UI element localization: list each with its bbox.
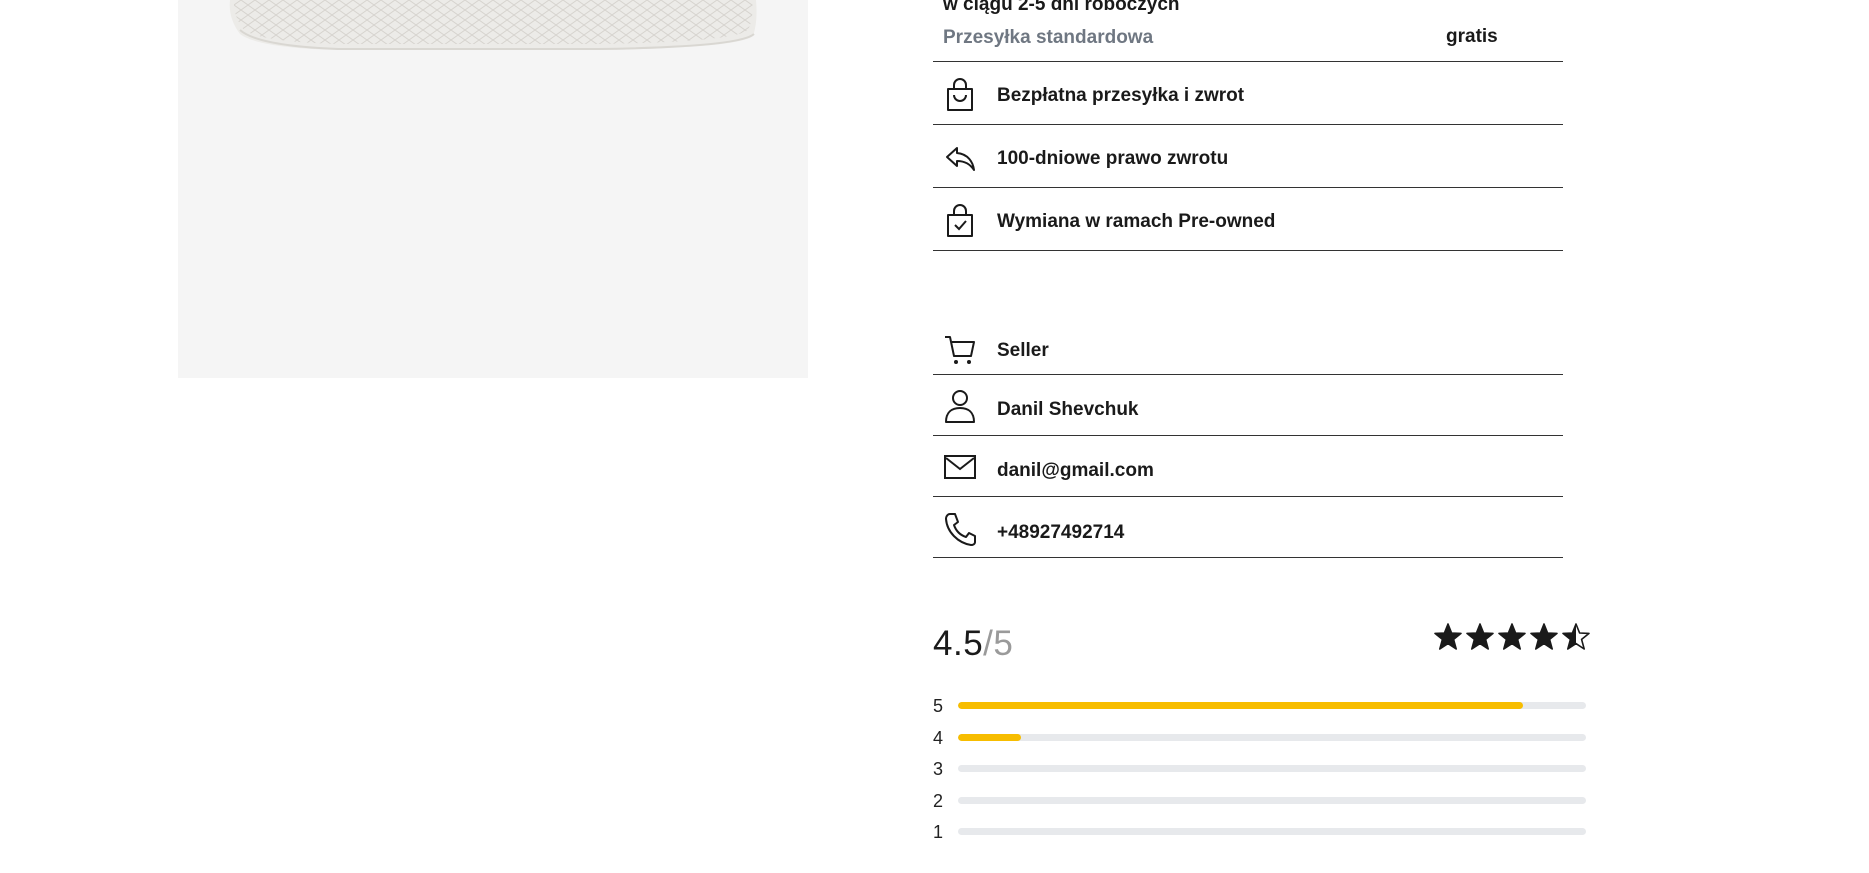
shipping-price: gratis — [1446, 26, 1498, 47]
rating-bar-label: 1 — [933, 822, 944, 842]
star-full-icon — [1433, 622, 1463, 652]
return-arrow-icon — [944, 140, 976, 176]
shopping-bag-icon — [944, 77, 976, 113]
star-full-icon — [1529, 622, 1559, 652]
seller-email[interactable]: danil@gmail.com — [997, 460, 1154, 482]
rating-bar-row: 1 — [933, 820, 1586, 844]
rating-bar-track — [958, 828, 1586, 835]
seller-name: Danil Shevchuk — [997, 399, 1139, 420]
rating-bar-fill — [958, 733, 1021, 741]
rating-value: 4.5 — [933, 624, 984, 663]
benefit-return-right: 100-dniowe prawo zwrotu — [933, 126, 1563, 188]
benefit-free-shipping: Bezpłatna przesyłka i zwrot — [933, 63, 1563, 125]
rating-bar-row: 4 — [933, 726, 1586, 750]
delivery-time: w ciągu 2-5 dni roboczych — [943, 0, 1180, 15]
phone-icon — [944, 511, 976, 547]
rating-bar-track — [958, 796, 1586, 804]
rating-bar-track — [958, 765, 1586, 772]
mail-icon — [944, 450, 976, 486]
rating-bar-label: 2 — [933, 790, 944, 811]
rating-bar-label: 4 — [933, 727, 944, 748]
seller-phone[interactable]: +48927492714 — [997, 522, 1124, 544]
product-image — [178, 0, 808, 378]
benefit-pre-owned: Wymiana w ramach Pre-owned — [933, 189, 1563, 251]
seller-name-row: Danil Shevchuk — [933, 375, 1563, 436]
bag-check-icon — [944, 203, 976, 239]
rating-bar-track — [958, 733, 1586, 741]
rating-score: 4.5/5 — [933, 624, 1013, 664]
rating-max: /5 — [983, 624, 1014, 663]
shipping-name: Przesyłka standardowa — [943, 27, 1154, 48]
star-full-icon — [1465, 622, 1495, 652]
user-icon — [944, 388, 976, 424]
benefit-label: Wymiana w ramach Pre-owned — [997, 211, 1276, 232]
star-half-icon — [1561, 622, 1591, 652]
rating-bar-row: 5 — [933, 694, 1586, 718]
seller-email-row: danil@gmail.com — [933, 436, 1563, 497]
cart-icon — [944, 331, 976, 367]
rating-stars — [1433, 622, 1593, 658]
seller-header: Seller — [933, 313, 1563, 375]
star-full-icon — [1497, 622, 1527, 652]
rating-bar-track — [958, 702, 1586, 709]
rating-bar-label: 3 — [933, 759, 944, 779]
seller-title: Seller — [997, 340, 1049, 361]
sneaker-sole-image — [229, 0, 757, 50]
rating-bar-row: 2 — [933, 789, 1586, 813]
shipping-option: Przesyłka standardowa gratis — [933, 22, 1563, 62]
rating-bar-row: 3 — [933, 757, 1586, 781]
rating-bar-fill — [958, 702, 1524, 709]
seller-phone-row: +48927492714 — [933, 497, 1563, 558]
benefit-label: 100-dniowe prawo zwrotu — [997, 148, 1229, 169]
rating-bar-label: 5 — [933, 696, 944, 716]
benefit-label: Bezpłatna przesyłka i zwrot — [997, 85, 1245, 106]
